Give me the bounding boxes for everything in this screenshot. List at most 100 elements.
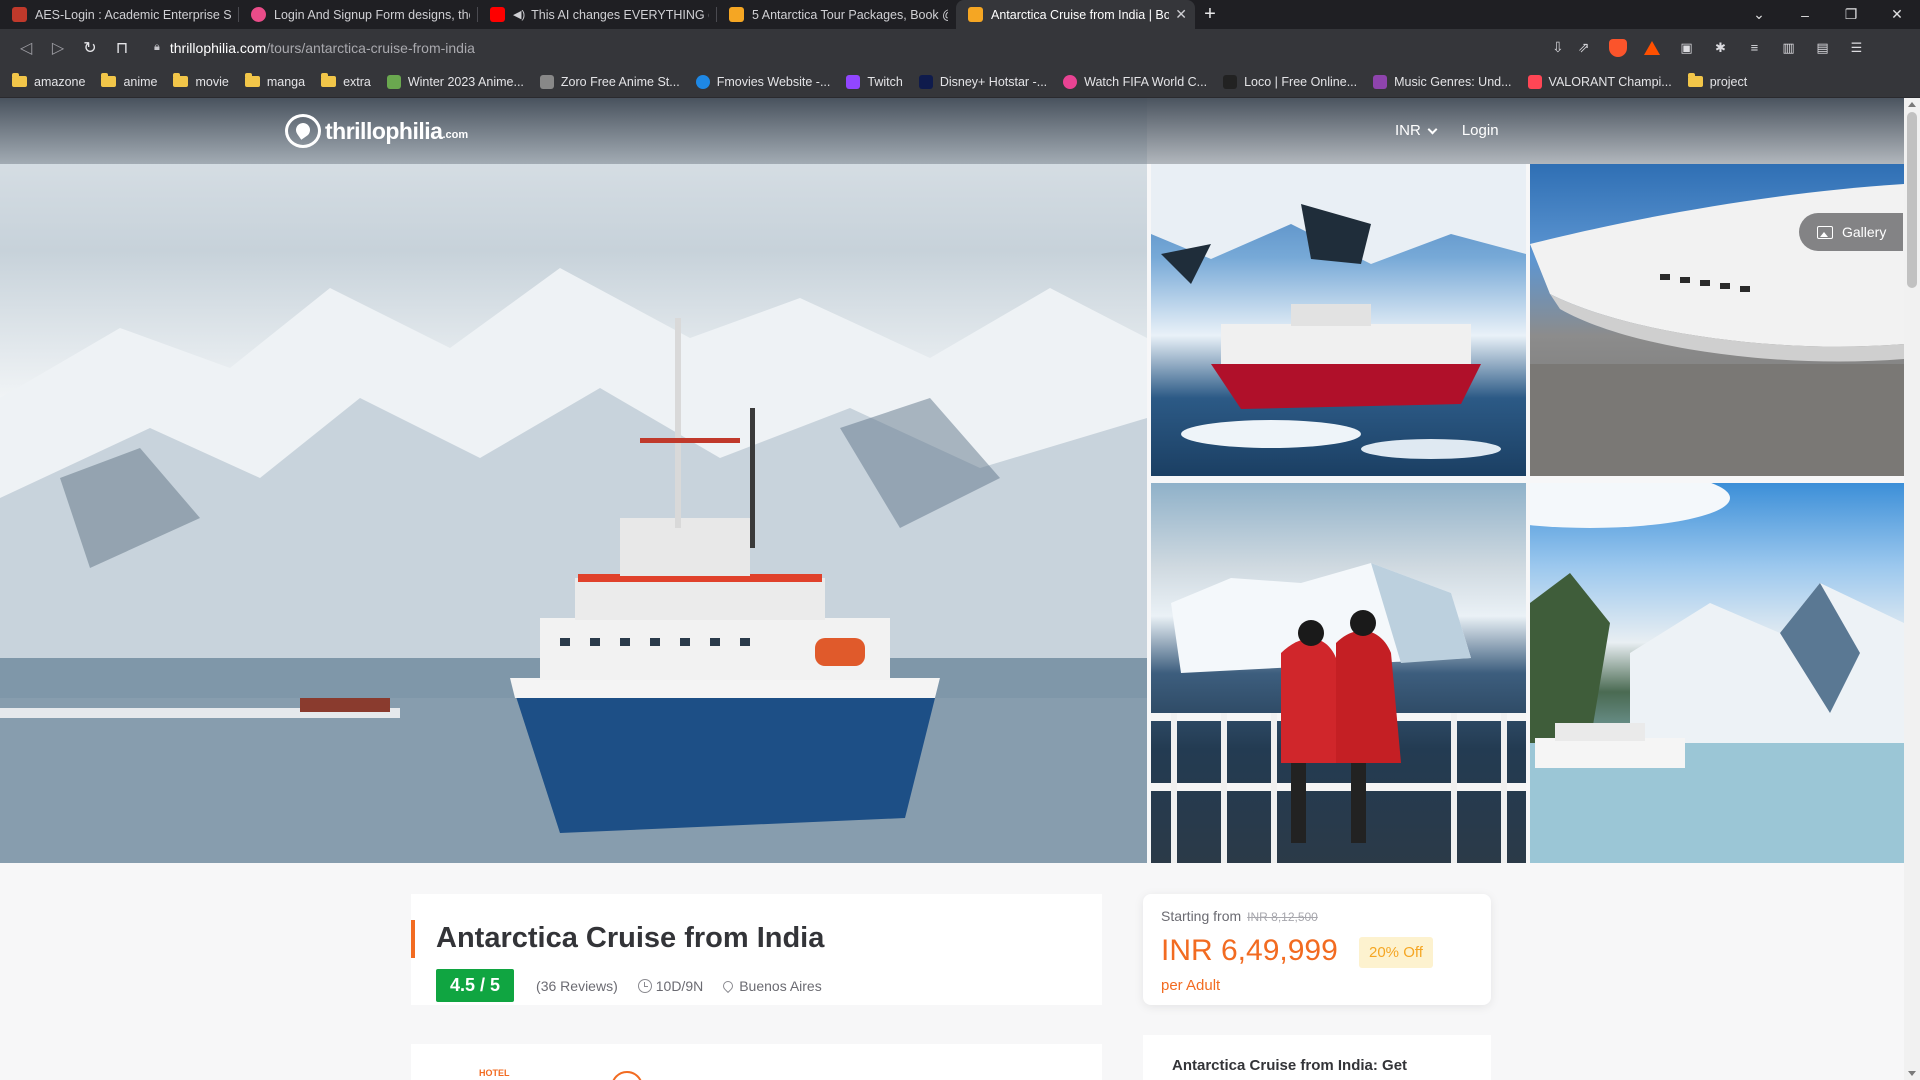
extensions-puzzle-icon[interactable]: ✱ <box>1711 39 1729 57</box>
tab-title: Login And Signup Form designs, them <box>274 7 470 22</box>
url-path: /tours/antarctica-cruise-from-india <box>266 39 475 56</box>
site-favicon-icon <box>1373 74 1388 89</box>
iceberg-deck-illustration <box>1151 563 1526 863</box>
browser-tab[interactable]: AES-Login : Academic Enterprise Solut <box>0 0 239 29</box>
close-window-icon[interactable]: ✕ <box>1874 6 1920 23</box>
bookmarks-bar: amazone anime movie manga extra Winter 2… <box>0 66 1920 98</box>
hero-image-ship[interactable] <box>0 98 1147 863</box>
browser-tab[interactable]: ◀) This AI changes EVERYTHING (Cha <box>478 0 717 29</box>
chevron-down-icon <box>1427 124 1438 134</box>
scroll-up-icon[interactable] <box>1908 102 1916 107</box>
bookmark-link[interactable]: Winter 2023 Anime... <box>386 74 524 89</box>
logo-text: thrillophilia <box>325 117 443 144</box>
folder-icon <box>1687 73 1703 87</box>
install-icon[interactable]: ⇩ <box>1552 39 1564 56</box>
highlights-card: HOTEL <box>411 1044 1102 1080</box>
red-ship-illustration <box>1151 164 1526 459</box>
site-favicon-icon <box>918 74 933 89</box>
twitch-icon <box>846 74 861 89</box>
tab-favicon-icon <box>968 7 983 22</box>
gallery-image-cruise-liner[interactable] <box>1530 164 1904 476</box>
folder-icon <box>12 73 27 87</box>
tour-title-card: Antarctica Cruise from India 4.5 / 5 (36… <box>411 894 1102 1005</box>
currency-label: INR <box>1395 122 1421 139</box>
window-controls: ⌄ – ❐ ✕ <box>1736 0 1920 29</box>
current-price: INR 6,49,999 <box>1161 934 1338 967</box>
back-icon[interactable]: ◁ <box>10 34 42 62</box>
tab-favicon-icon <box>12 7 27 22</box>
page-scrollbar[interactable] <box>1904 98 1920 1080</box>
bookmark-icon[interactable]: ⊓ <box>106 34 138 62</box>
bookmark-link[interactable]: Fmovies Website -... <box>695 74 830 89</box>
minimize-icon[interactable]: – <box>1782 7 1828 23</box>
site-favicon-icon <box>1063 74 1078 89</box>
gallery-label: Gallery <box>1842 224 1887 240</box>
scrollbar-thumb[interactable] <box>1907 112 1917 288</box>
url-field[interactable]: 🔒︎ thrillophilia.com/tours/antarctica-cr… <box>144 33 1544 62</box>
restore-icon[interactable]: ❐ <box>1828 6 1874 23</box>
lock-icon: 🔒︎ <box>154 41 160 53</box>
bookmark-folder[interactable]: movie <box>173 73 229 89</box>
bookmark-link[interactable]: Zoro Free Anime St... <box>539 74 680 89</box>
tab-title: Antarctica Cruise from India | Boo <box>991 7 1170 22</box>
gallery-image-iceberg-deck[interactable] <box>1151 483 1526 863</box>
logo-suffix: .com <box>442 129 469 141</box>
brave-shields-icon[interactable] <box>1609 38 1628 57</box>
scroll-down-icon[interactable] <box>1908 1071 1916 1076</box>
page-title: Antarctica Cruise from India <box>436 922 825 954</box>
speaker-icon[interactable]: ◀) <box>513 8 525 21</box>
tab-title: This AI changes EVERYTHING (Cha <box>531 7 709 22</box>
bookmark-folder[interactable]: anime <box>101 73 157 89</box>
location-pin-icon <box>721 978 736 993</box>
currency-selector[interactable]: INR <box>1395 122 1438 139</box>
new-tab-button[interactable]: + <box>1195 0 1225 29</box>
bookmark-link[interactable]: Music Genres: Und... <box>1373 74 1512 89</box>
ship-illustration <box>0 268 1147 863</box>
url-host: thrillophilia.com <box>169 39 267 56</box>
reviews-link[interactable]: (36 Reviews) <box>536 978 618 994</box>
media-queue-icon[interactable]: ≡ <box>1745 39 1763 57</box>
wallet-icon[interactable]: ▤ <box>1813 39 1831 57</box>
site-favicon-icon <box>539 74 554 89</box>
site-logo[interactable]: thrillophilia .com <box>285 114 468 148</box>
browser-tab[interactable]: 5 Antarctica Tour Packages, Book @ U <box>717 0 956 29</box>
bookmark-link[interactable]: Disney+ Hotstar -... <box>918 74 1047 89</box>
bookmark-folder[interactable]: extra <box>321 73 371 89</box>
brave-rewards-icon[interactable] <box>1643 39 1661 57</box>
extension-icon[interactable]: ▣ <box>1677 39 1695 57</box>
forward-icon[interactable]: ▷ <box>42 34 74 62</box>
bookmark-folder[interactable]: project <box>1687 73 1747 89</box>
duration: 10D/9N <box>637 978 703 994</box>
tab-search-icon[interactable]: ⌄ <box>1736 6 1782 23</box>
bookmark-link[interactable]: Watch FIFA World C... <box>1063 74 1207 89</box>
title-accent-bar <box>411 920 415 958</box>
tab-favicon-icon <box>729 7 744 22</box>
bookmark-link[interactable]: Loco | Free Online... <box>1223 74 1357 89</box>
location: Buenos Aires <box>721 978 822 994</box>
close-tab-icon[interactable]: ✕ <box>1175 6 1187 23</box>
tab-title: 5 Antarctica Tour Packages, Book @ U <box>752 7 948 22</box>
site-header: thrillophilia .com INR Login <box>0 98 1920 164</box>
page-viewport: thrillophilia .com INR Login Gallery Ant… <box>0 98 1920 1080</box>
reload-icon[interactable]: ↻ <box>74 34 106 62</box>
cruise-liner-illustration <box>1530 184 1904 476</box>
bookmark-folder[interactable]: amazone <box>12 73 85 89</box>
discount-badge: 20% Off <box>1359 937 1433 968</box>
bookmark-link[interactable]: VALORANT Champi... <box>1527 74 1672 89</box>
gallery-button[interactable]: Gallery <box>1799 213 1903 251</box>
price-card: Starting from INR 8,12,500 INR 6,49,999 2… <box>1143 894 1491 1005</box>
folder-icon <box>101 73 117 87</box>
folder-icon <box>321 73 337 87</box>
gallery-image-glacier-boat[interactable] <box>1530 483 1904 863</box>
price-unit: per Adult <box>1161 977 1221 994</box>
login-link[interactable]: Login <box>1462 122 1499 139</box>
browser-tab[interactable]: Login And Signup Form designs, them <box>239 0 478 29</box>
bookmark-link[interactable]: Twitch <box>846 74 903 89</box>
gallery-image-red-ship[interactable] <box>1151 164 1526 476</box>
browser-tab-active[interactable]: Antarctica Cruise from India | Boo ✕ <box>956 0 1195 29</box>
menu-icon[interactable]: ☰ <box>1847 39 1865 57</box>
share-icon[interactable]: ⇗ <box>1578 39 1590 56</box>
sidebar-icon[interactable]: ▥ <box>1779 39 1797 57</box>
tab-favicon-icon <box>251 7 266 22</box>
bookmark-folder[interactable]: manga <box>244 73 305 89</box>
